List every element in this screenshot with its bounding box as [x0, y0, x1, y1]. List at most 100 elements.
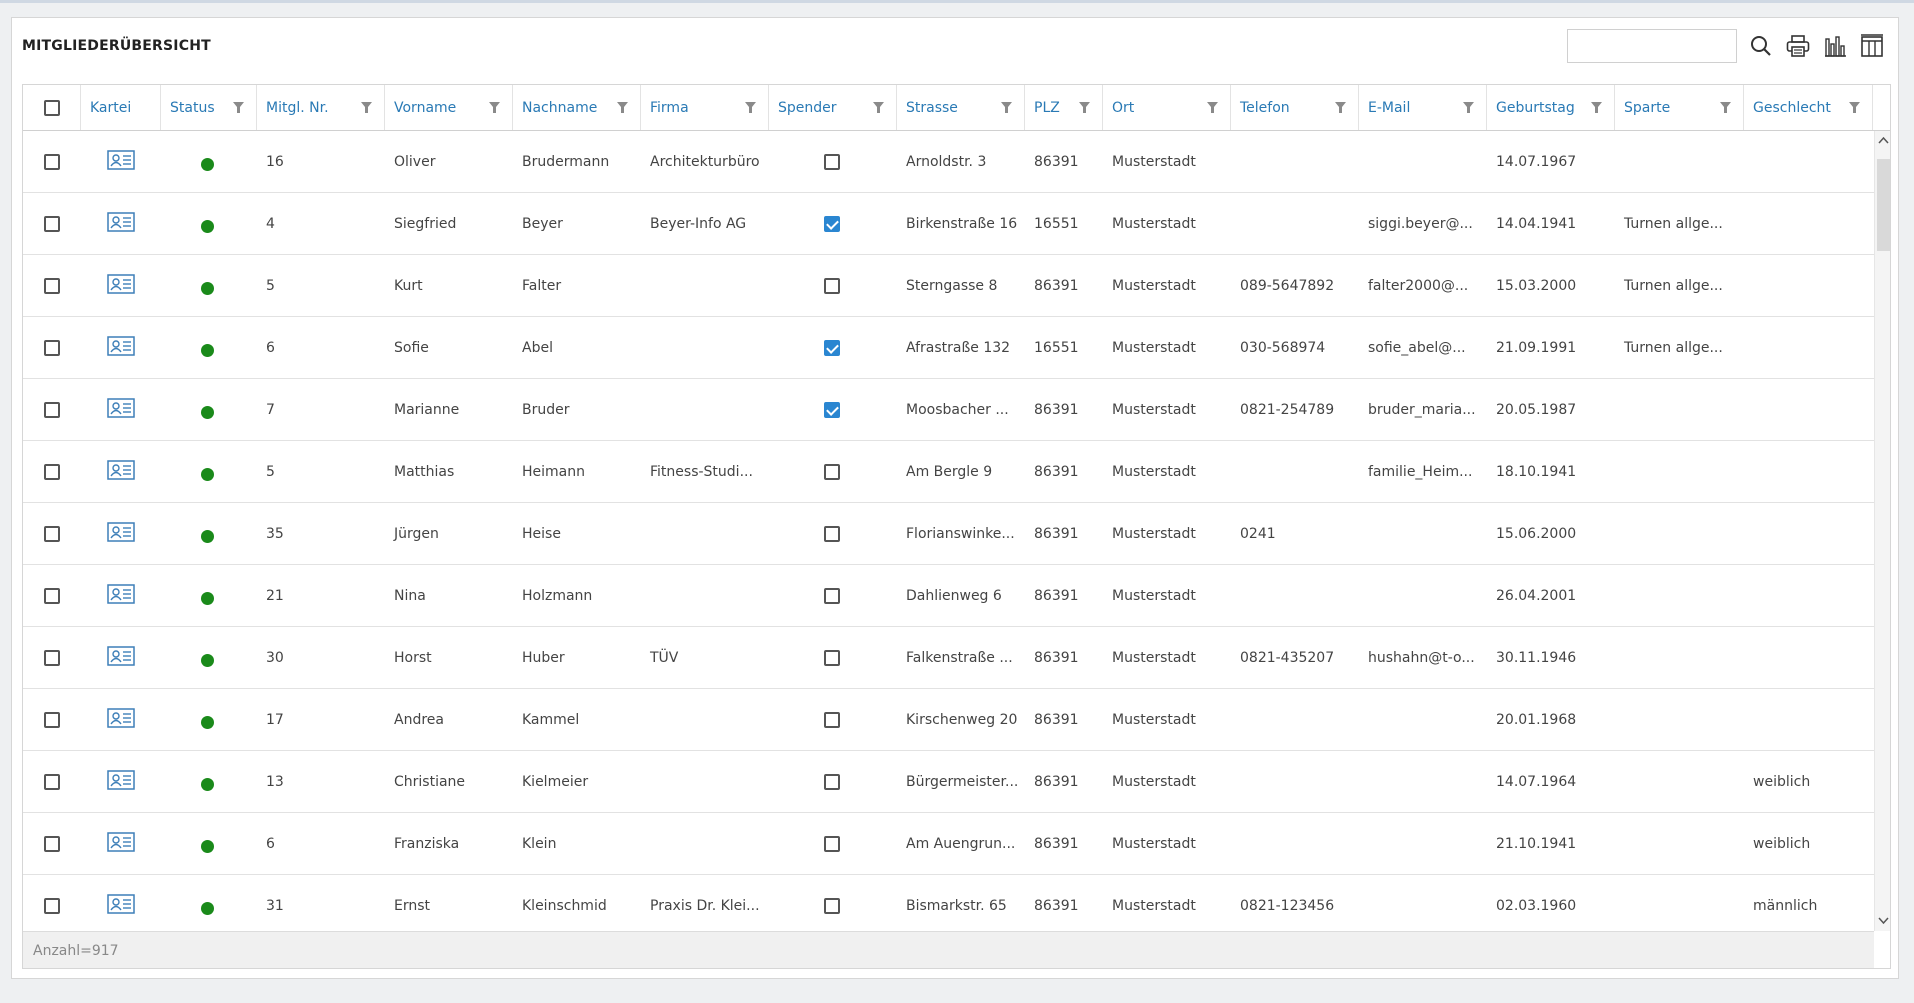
- member-card-icon[interactable]: [107, 211, 135, 236]
- table-row[interactable]: 6 Sofie Abel Afrastraße 132 16551 Musterstadt…: [23, 317, 1874, 379]
- sparte-cell: [1615, 751, 1744, 812]
- member-card-icon[interactable]: [107, 397, 135, 422]
- row-select-checkbox[interactable]: [44, 339, 60, 356]
- column-header-kartei[interactable]: Kartei: [81, 85, 161, 130]
- filter-icon[interactable]: [1001, 102, 1012, 113]
- scroll-thumb[interactable]: [1877, 159, 1890, 251]
- row-select-checkbox[interactable]: [44, 153, 60, 170]
- table-row[interactable]: 21 Nina Holzmann Dahlienweg 6 86391 Mustersta…: [23, 565, 1874, 627]
- row-select-checkbox[interactable]: [44, 215, 60, 232]
- table-row[interactable]: 5 Matthias Heimann Fitness-Studi... Am Bergl…: [23, 441, 1874, 503]
- row-select-checkbox[interactable]: [44, 897, 60, 914]
- member-card-icon[interactable]: [107, 335, 135, 360]
- member-card-icon[interactable]: [107, 707, 135, 732]
- spender-checkbox[interactable]: [824, 711, 840, 728]
- row-select-checkbox[interactable]: [44, 525, 60, 542]
- search-input[interactable]: [1567, 29, 1737, 63]
- spender-checkbox[interactable]: [824, 773, 840, 790]
- table-row[interactable]: 16 Oliver Brudermann Architekturbüro Arnolds…: [23, 131, 1874, 193]
- chart-icon[interactable]: [1821, 32, 1849, 60]
- spender-checkbox[interactable]: [824, 525, 840, 542]
- spender-checkbox[interactable]: [824, 587, 840, 604]
- column-header-plz[interactable]: PLZ: [1025, 85, 1103, 130]
- filter-icon[interactable]: [1463, 102, 1474, 113]
- member-card-icon[interactable]: [107, 273, 135, 298]
- table-row[interactable]: 31 Ernst Kleinschmid Praxis Dr. Klei... Bism…: [23, 875, 1874, 931]
- table-row[interactable]: 6 Franziska Klein Am Auengrun... 86391 Muster…: [23, 813, 1874, 875]
- spender-checkbox[interactable]: [824, 649, 840, 666]
- table-row[interactable]: 4 Siegfried Beyer Beyer-Info AG Birkenstraße…: [23, 193, 1874, 255]
- columns-icon[interactable]: [1858, 32, 1886, 60]
- filter-icon[interactable]: [617, 102, 628, 113]
- column-header-nr[interactable]: Mitgl. Nr.: [257, 85, 385, 130]
- column-header-strasse[interactable]: Strasse: [897, 85, 1025, 130]
- select-all-checkbox[interactable]: [44, 99, 60, 116]
- row-select-checkbox[interactable]: [44, 401, 60, 418]
- column-header-telefon[interactable]: Telefon: [1231, 85, 1359, 130]
- row-select-checkbox[interactable]: [44, 711, 60, 728]
- filter-icon[interactable]: [1079, 102, 1090, 113]
- filter-icon[interactable]: [1720, 102, 1731, 113]
- filter-icon[interactable]: [873, 102, 884, 113]
- status-cell: [161, 255, 257, 316]
- row-select-checkbox[interactable]: [44, 649, 60, 666]
- filter-icon[interactable]: [361, 102, 372, 113]
- filter-icon[interactable]: [1207, 102, 1218, 113]
- column-header-nachname[interactable]: Nachname: [513, 85, 641, 130]
- column-header-status[interactable]: Status: [161, 85, 257, 130]
- row-select-checkbox[interactable]: [44, 463, 60, 480]
- member-card-icon[interactable]: [107, 769, 135, 794]
- member-card-icon[interactable]: [107, 521, 135, 546]
- spender-checkbox[interactable]: [824, 339, 840, 356]
- table-row[interactable]: 7 Marianne Bruder Moosbacher ... 86391 Muster…: [23, 379, 1874, 441]
- search-icon[interactable]: [1747, 32, 1775, 60]
- scroll-down-icon[interactable]: [1878, 915, 1889, 926]
- vertical-scrollbar[interactable]: [1874, 131, 1890, 931]
- filter-icon[interactable]: [1591, 102, 1602, 113]
- table-row[interactable]: 17 Andrea Kammel Kirschenweg 20 86391 Musters…: [23, 689, 1874, 751]
- spender-checkbox[interactable]: [824, 277, 840, 294]
- column-header-geschlecht[interactable]: Geschlecht: [1744, 85, 1873, 130]
- row-select-checkbox[interactable]: [44, 835, 60, 852]
- column-header-select[interactable]: [23, 85, 81, 130]
- print-icon[interactable]: [1784, 32, 1812, 60]
- member-card-icon[interactable]: [107, 583, 135, 608]
- status-cell: [161, 193, 257, 254]
- column-header-ort[interactable]: Ort: [1103, 85, 1231, 130]
- filter-icon[interactable]: [1335, 102, 1346, 113]
- row-select-checkbox[interactable]: [44, 587, 60, 604]
- table-row[interactable]: 35 Jürgen Heise Florianswinke... 86391 Muster…: [23, 503, 1874, 565]
- spender-checkbox[interactable]: [824, 215, 840, 232]
- column-header-email[interactable]: E-Mail: [1359, 85, 1487, 130]
- column-header-geburtstag[interactable]: Geburtstag: [1487, 85, 1615, 130]
- member-card-icon[interactable]: [107, 149, 135, 174]
- table-row[interactable]: 5 Kurt Falter Sterngasse 8 86391 Musterstadt 0…: [23, 255, 1874, 317]
- scroll-up-icon[interactable]: [1878, 135, 1889, 146]
- ort-cell: Musterstadt: [1112, 215, 1196, 232]
- vorname-cell: Marianne: [394, 401, 460, 418]
- row-select-checkbox[interactable]: [44, 277, 60, 294]
- table-row[interactable]: 13 Christiane Kielmeier Bürgermeister... 863…: [23, 751, 1874, 813]
- member-card-icon[interactable]: [107, 893, 135, 918]
- row-select-checkbox[interactable]: [44, 773, 60, 790]
- kartei-cell: [81, 689, 161, 750]
- filter-icon[interactable]: [1849, 102, 1860, 113]
- column-header-firma[interactable]: Firma: [641, 85, 769, 130]
- filter-icon[interactable]: [233, 102, 244, 113]
- table-row[interactable]: 30 Horst Huber TÜV Falkenstraße ... 86391 Must…: [23, 627, 1874, 689]
- spender-checkbox[interactable]: [824, 401, 840, 418]
- member-card-icon[interactable]: [107, 831, 135, 856]
- column-header-vorname[interactable]: Vorname: [385, 85, 513, 130]
- filter-icon[interactable]: [489, 102, 500, 113]
- spender-checkbox[interactable]: [824, 463, 840, 480]
- member-card-icon[interactable]: [107, 459, 135, 484]
- geschlecht-cell: [1744, 255, 1873, 316]
- filter-icon[interactable]: [745, 102, 756, 113]
- column-header-sparte[interactable]: Sparte: [1615, 85, 1744, 130]
- member-card-icon[interactable]: [107, 645, 135, 670]
- spender-checkbox[interactable]: [824, 897, 840, 914]
- column-header-spender[interactable]: Spender: [769, 85, 897, 130]
- spender-checkbox[interactable]: [824, 153, 840, 170]
- spender-checkbox[interactable]: [824, 835, 840, 852]
- grid-footer: Anzahl=917: [23, 931, 1874, 968]
